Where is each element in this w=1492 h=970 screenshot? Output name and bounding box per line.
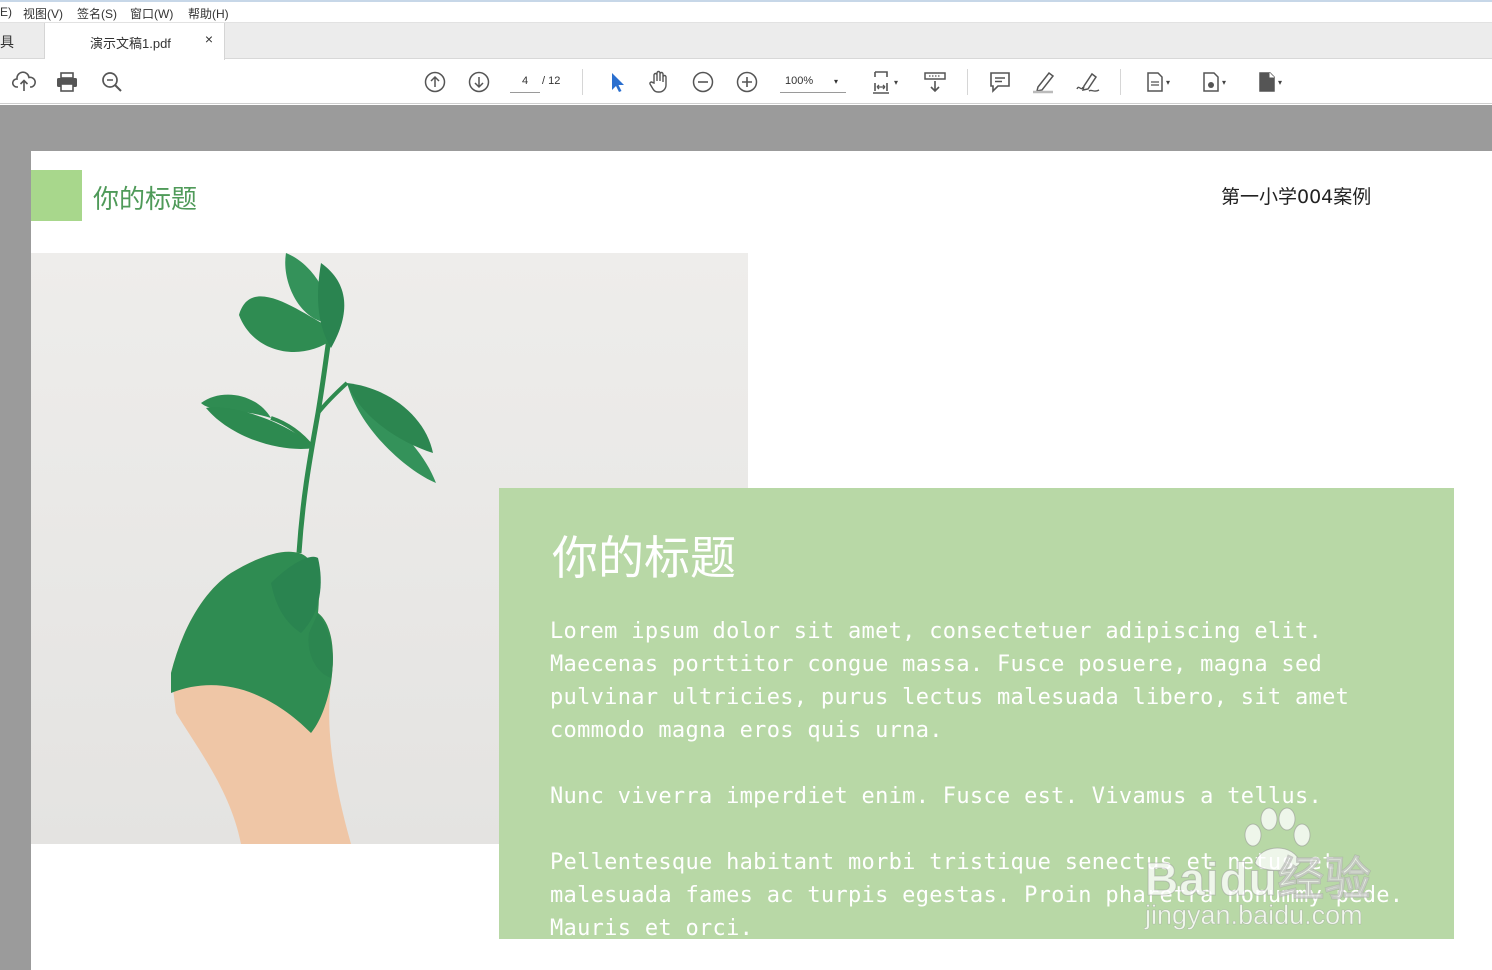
paragraph-2: Nunc viverra imperdiet enim. Fusce est. … [550, 784, 1323, 809]
next-page-button[interactable] [465, 68, 493, 96]
scroll-mode-button[interactable] [921, 68, 949, 96]
select-arrow-icon [612, 73, 624, 92]
accent-square [31, 170, 82, 221]
highlight-icon [1033, 71, 1055, 94]
sign-icon [1076, 72, 1100, 92]
chevron-down-icon: ▾ [1277, 77, 1282, 87]
page-total: / 12 [542, 75, 561, 87]
close-icon[interactable]: × [202, 31, 216, 47]
page-tool-button[interactable]: ▾ [1140, 68, 1176, 96]
menu-view[interactable]: 视图(V) [23, 5, 63, 22]
chevron-down-icon: ▾ [893, 77, 898, 87]
content-box: 你的标题 Lorem ipsum dolor sit amet, consect… [499, 488, 1454, 939]
zoom-value: 100% [785, 75, 814, 87]
toolbar: 4 / 12 100% ▾ ▾ ▾ ▾ ▾ [0, 60, 1492, 104]
pdf-page: 你的标题 第一小学004案例 你的标题 Lorem ipsum dolor si… [31, 151, 1492, 970]
menu-window[interactable]: 窗口(W) [130, 5, 173, 22]
menu-sign[interactable]: 签名(S) [77, 5, 117, 22]
sign-button[interactable] [1074, 68, 1102, 96]
zoom-in-icon [736, 71, 758, 93]
search-button[interactable] [98, 68, 126, 96]
paragraph-1: Lorem ipsum dolor sit amet, consectetuer… [550, 619, 1350, 743]
page-tool-icon [1147, 72, 1163, 92]
content-title: 你的标题 [552, 531, 736, 585]
arrow-down-icon [468, 71, 490, 93]
arrow-up-icon [424, 71, 446, 93]
tab-tools[interactable]: 具 [0, 23, 45, 59]
zoom-out-icon [692, 71, 714, 93]
highlight-button[interactable] [1030, 68, 1058, 96]
zoom-select[interactable]: 100% ▾ [780, 71, 846, 93]
chevron-down-icon: ▾ [1165, 77, 1170, 87]
comment-button[interactable] [986, 68, 1014, 96]
upload-icon [12, 71, 36, 91]
hand-tool-button[interactable] [645, 68, 673, 96]
hand-icon [649, 70, 667, 93]
print-icon [57, 72, 77, 92]
print-button[interactable] [53, 68, 81, 96]
tab-tools-label: 具 [0, 34, 14, 50]
fit-page-button[interactable]: ▾ [866, 68, 904, 96]
comment-icon [990, 72, 1010, 93]
more-doc-icon [1259, 72, 1275, 92]
prev-page-button[interactable] [421, 68, 449, 96]
export-icon [1203, 72, 1219, 92]
export-button[interactable]: ▾ [1196, 68, 1232, 96]
scroll-mode-icon [924, 72, 946, 93]
fit-page-icon [872, 71, 889, 94]
zoom-in-button[interactable] [733, 68, 761, 96]
tab-bar: 具 演示文稿1.pdf × [0, 23, 1492, 60]
select-tool-button[interactable] [602, 68, 630, 96]
slide-header-right: 第一小学004案例 [1221, 186, 1372, 208]
upload-button[interactable] [10, 68, 38, 96]
chevron-down-icon: ▾ [1221, 77, 1226, 87]
toolbar-divider [1120, 69, 1121, 95]
page-number-input[interactable]: 4 [510, 71, 540, 93]
search-zoom-icon [102, 72, 122, 92]
toolbar-divider [582, 69, 583, 95]
tab-document[interactable]: 演示文稿1.pdf × [45, 23, 225, 60]
menu-bar: E) 视图(V) 签名(S) 窗口(W) 帮助(H) [0, 0, 1492, 23]
more-doc-button[interactable]: ▾ [1252, 68, 1288, 96]
menu-help[interactable]: 帮助(H) [188, 5, 229, 22]
chevron-down-icon: ▾ [833, 77, 838, 86]
slide-header-title: 你的标题 [93, 185, 198, 215]
menu-edit[interactable]: E) [0, 5, 12, 19]
zoom-out-button[interactable] [689, 68, 717, 96]
document-viewer[interactable]: 你的标题 第一小学004案例 你的标题 Lorem ipsum dolor si… [0, 105, 1492, 970]
tab-document-label: 演示文稿1.pdf [90, 36, 171, 51]
paragraph-3: Pellentesque habitant morbi tristique se… [550, 850, 1404, 939]
toolbar-divider [967, 69, 968, 95]
